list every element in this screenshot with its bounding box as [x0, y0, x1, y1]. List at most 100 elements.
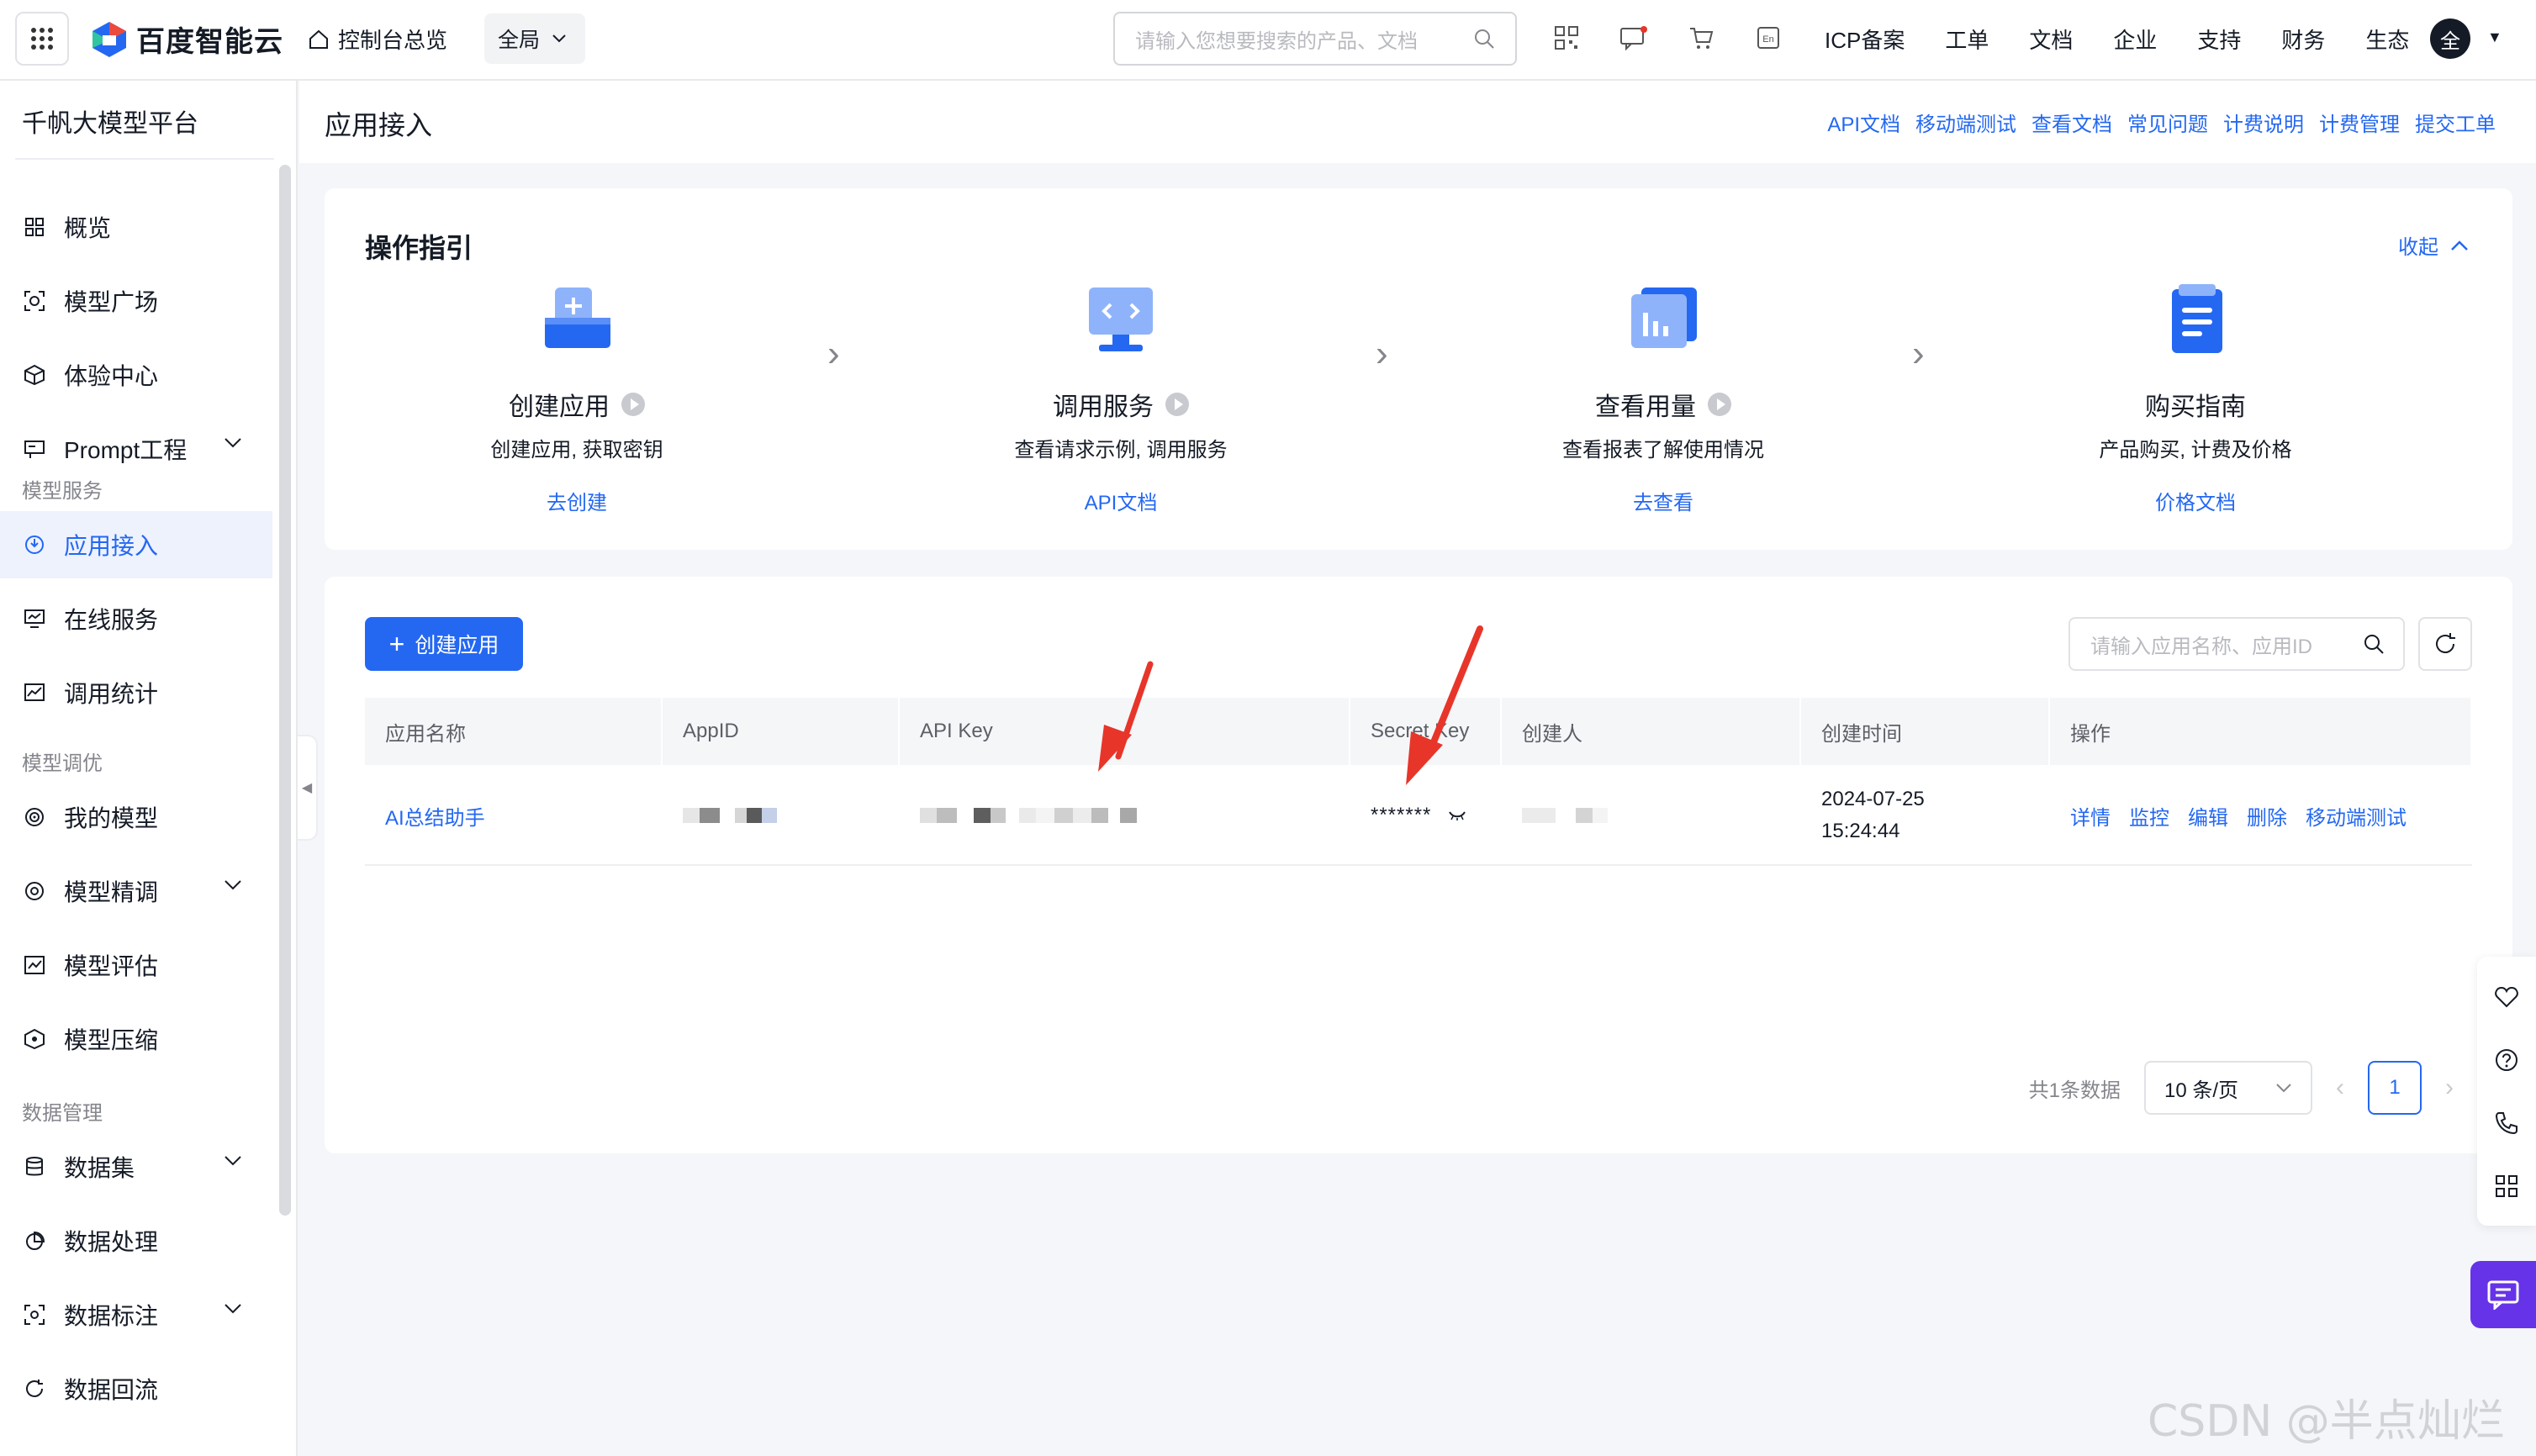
- page-number-current[interactable]: 1: [2368, 1061, 2422, 1115]
- header-link-billing-info[interactable]: 计费说明: [2223, 108, 2304, 137]
- guide-title: 操作指引: [365, 233, 473, 263]
- chevron-up-icon: [2451, 240, 2468, 251]
- monitor-link[interactable]: 监控: [2129, 801, 2169, 831]
- header-link-faq[interactable]: 常见问题: [2127, 108, 2208, 137]
- refresh-button[interactable]: [2418, 617, 2472, 671]
- chat-support-button[interactable]: [2470, 1261, 2536, 1328]
- caret-down-icon[interactable]: ▼: [2487, 29, 2502, 46]
- sidebar-item-compression[interactable]: 模型压缩: [0, 1005, 272, 1073]
- help-icon[interactable]: [2494, 1047, 2519, 1073]
- sidebar-item-label: 在线服务: [64, 607, 159, 633]
- scope-select[interactable]: 全局: [484, 13, 585, 64]
- chevron-right-icon: ›: [1912, 333, 1925, 374]
- heart-icon[interactable]: [2494, 984, 2519, 1010]
- mobile-test-link[interactable]: 移动端测试: [2306, 801, 2407, 831]
- sidebar-scrollbar[interactable]: [279, 165, 291, 1216]
- cloud-logo-icon: [92, 21, 126, 57]
- sidebar-item-evaluation[interactable]: 模型评估: [0, 931, 272, 999]
- page-size-select[interactable]: 10 条/页: [2144, 1061, 2312, 1115]
- sidebar-item-datasets[interactable]: 数据集: [0, 1133, 272, 1200]
- col-created-time: 创建时间: [1801, 698, 2050, 765]
- watermark: CSDN @半点灿烂: [2148, 1396, 2505, 1447]
- created-date: 2024-07-25: [1821, 788, 1925, 810]
- apps-menu-button[interactable]: [15, 12, 69, 66]
- search-icon: [2364, 635, 2384, 654]
- platform-title: 千帆大模型平台: [22, 110, 198, 138]
- sidebar-item-data-reflow[interactable]: 数据回流: [0, 1355, 272, 1422]
- sidebar-item-experience[interactable]: 体验中心: [0, 341, 272, 409]
- phone-icon[interactable]: [2494, 1110, 2519, 1136]
- detail-link[interactable]: 详情: [2070, 801, 2111, 831]
- sidebar-item-fine-tune[interactable]: 模型精调: [0, 857, 272, 925]
- sidebar-item-data-processing[interactable]: 数据处理: [0, 1207, 272, 1274]
- header-link-api-docs[interactable]: API文档: [1827, 108, 1900, 137]
- top-link-enterprise[interactable]: 企业: [2113, 24, 2157, 55]
- top-link-docs[interactable]: 文档: [2029, 24, 2073, 55]
- sidebar-item-label: 数据回流: [64, 1377, 159, 1403]
- step-link-view[interactable]: 去查看: [1487, 486, 1840, 515]
- chevron-down-icon: [225, 880, 241, 890]
- sidebar-collapse-handle[interactable]: ◀: [298, 735, 318, 841]
- step-link-api-docs[interactable]: API文档: [944, 486, 1297, 515]
- chevron-down-icon: [2276, 1084, 2291, 1093]
- header-link-billing-manage[interactable]: 计费管理: [2319, 108, 2400, 137]
- top-link-support[interactable]: 支持: [2197, 24, 2241, 55]
- sidebar-item-data-labeling[interactable]: 数据标注: [0, 1281, 272, 1348]
- sidebar-item-my-models[interactable]: 我的模型: [0, 783, 272, 851]
- top-link-ticket[interactable]: 工单: [1945, 24, 1989, 55]
- sidebar-item-online-service[interactable]: 在线服务: [0, 585, 272, 652]
- layers-icon: [22, 878, 47, 904]
- top-link-icp[interactable]: ICP备案: [1825, 24, 1905, 55]
- sidebar-item-prompt[interactable]: Prompt工程: [0, 415, 272, 483]
- edit-link[interactable]: 编辑: [2188, 801, 2228, 831]
- sidebar-item-label: 数据集: [64, 1155, 135, 1181]
- avatar[interactable]: 全: [2430, 18, 2470, 59]
- search-placeholder: 请输入应用名称、应用ID: [2090, 635, 2312, 658]
- nav-group-data-management: 数据管理: [22, 1102, 103, 1125]
- play-icon[interactable]: [621, 393, 645, 416]
- cube-icon: [22, 362, 47, 388]
- eye-closed-icon[interactable]: [1448, 810, 1466, 821]
- col-actions: 操作: [2050, 698, 2472, 765]
- top-link-finance[interactable]: 财务: [2281, 24, 2325, 55]
- step-link-price-docs[interactable]: 价格文档: [2019, 486, 2372, 515]
- header-link-view-docs[interactable]: 查看文档: [2031, 108, 2112, 137]
- console-home-link[interactable]: 控制台总览: [308, 24, 447, 55]
- sidebar-item-label: 模型压缩: [64, 1027, 159, 1053]
- cart-icon[interactable]: [1687, 24, 1715, 52]
- prev-page-icon[interactable]: ‹: [2336, 1074, 2344, 1102]
- header-links: API文档 移动端测试 查看文档 常见问题 计费说明 计费管理 提交工单: [1827, 108, 2496, 137]
- evaluation-icon: [22, 952, 47, 978]
- float-toolbar: [2477, 957, 2536, 1226]
- step-desc: 产品购买, 计费及价格: [2099, 439, 2292, 462]
- message-icon[interactable]: [1619, 24, 1648, 52]
- delete-link[interactable]: 删除: [2247, 801, 2287, 831]
- app-name-link[interactable]: AI总结助手: [385, 801, 485, 831]
- play-icon[interactable]: [1165, 393, 1189, 416]
- header-link-mobile-test[interactable]: 移动端测试: [1915, 108, 2016, 137]
- chart-icon: [22, 680, 47, 705]
- top-link-ecosystem[interactable]: 生态: [2365, 24, 2409, 55]
- collapse-button[interactable]: 收起: [2398, 230, 2469, 260]
- sidebar-item-overview[interactable]: 概览: [0, 193, 272, 261]
- sidebar-item-label: 我的模型: [64, 805, 159, 831]
- play-icon[interactable]: [1708, 393, 1731, 416]
- sidebar-item-model-square[interactable]: 模型广场: [0, 267, 272, 335]
- sidebar-item-app-access[interactable]: 应用接入: [0, 511, 272, 578]
- header-link-submit-ticket[interactable]: 提交工单: [2415, 108, 2496, 137]
- step-link-create[interactable]: 去创建: [400, 486, 753, 515]
- global-search-input[interactable]: 请输入您想要搜索的产品、文档: [1113, 12, 1517, 66]
- page-title: 应用接入: [325, 110, 433, 140]
- create-app-button[interactable]: + 创建应用: [365, 617, 523, 671]
- qrcode-icon[interactable]: [1552, 24, 1581, 52]
- language-icon[interactable]: En: [1754, 24, 1783, 52]
- sidebar-item-label: 调用统计: [64, 681, 159, 707]
- next-page-icon[interactable]: ›: [2445, 1074, 2454, 1102]
- app-search-input[interactable]: 请输入应用名称、应用ID: [2068, 617, 2405, 671]
- guide-step-purchase: 购买指南 产品购买, 计费及价格 价格文档: [2019, 279, 2372, 515]
- logo[interactable]: 百度智能云: [91, 18, 283, 60]
- col-app-id: AppID: [663, 698, 900, 765]
- grid-icon[interactable]: [2494, 1174, 2519, 1199]
- search-icon: [1475, 29, 1494, 49]
- sidebar-item-call-stats[interactable]: 调用统计: [0, 659, 272, 726]
